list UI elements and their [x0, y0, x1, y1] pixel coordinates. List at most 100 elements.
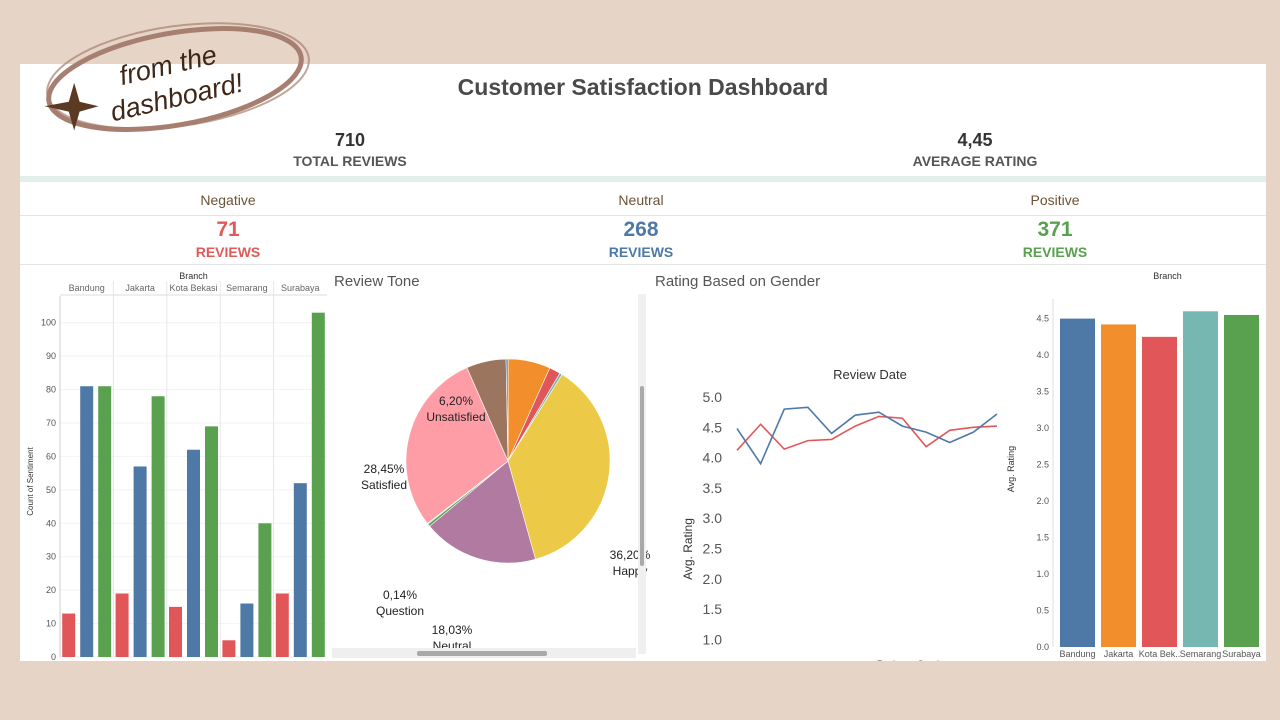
y-axis-label: Avg. Rating — [1006, 446, 1016, 492]
y-tick-label: 70 — [46, 418, 56, 428]
sentiment-count: 371 — [1037, 218, 1073, 241]
slice-pct: 0,14% — [383, 588, 417, 602]
slice-pct: 18,03% — [432, 623, 473, 637]
sentiment-neutral: Neutral 268 REVIEWS — [521, 192, 761, 260]
bar — [1224, 314, 1259, 647]
series-line — [736, 406, 998, 466]
divider-band — [20, 176, 1266, 182]
y-tick-label: 1.0 — [1036, 569, 1049, 579]
bar — [275, 593, 289, 657]
y-tick-label: 2.0 — [1036, 496, 1049, 506]
y-tick-label: 100 — [41, 318, 56, 328]
dashboard: Customer Satisfaction Dashboard 710 TOTA… — [20, 64, 1266, 661]
y-tick-label: 1.5 — [703, 601, 723, 617]
y-tick-label: 2.5 — [703, 541, 723, 557]
y-tick-label: 0.5 — [1036, 606, 1049, 616]
sentiment-unit: REVIEWS — [608, 244, 674, 260]
bar — [62, 613, 76, 657]
sentiment-unit: REVIEWS — [195, 244, 261, 260]
bar — [187, 449, 200, 657]
bar — [240, 603, 254, 657]
sentiment-count: 71 — [216, 218, 240, 241]
bar — [169, 606, 182, 657]
sentiment-heading: Negative — [200, 192, 256, 208]
y-tick-label: 2.0 — [703, 571, 723, 587]
category-label: Kota Bek.. — [1139, 649, 1181, 659]
sentiment-unit: REVIEWS — [1022, 244, 1088, 260]
divider — [20, 264, 1266, 265]
sentiment-count: 268 — [623, 218, 659, 241]
chart-title: Branch — [1153, 271, 1182, 281]
bar — [98, 386, 112, 657]
branch-rating-chart: Branch Avg. Rating 0.0 0.5 1.0 1.5 2.0 2.5 3.0 3.… — [1006, 271, 1261, 659]
slice-label: Satisfied — [361, 478, 407, 492]
y-axis-label: Count of Sentiment — [26, 446, 35, 515]
y-axis-label: Avg. Rating — [681, 518, 695, 580]
bar — [80, 386, 94, 657]
y-tick-label: 50 — [46, 485, 56, 495]
bar — [1183, 311, 1218, 647]
y-tick-label: 30 — [46, 552, 56, 562]
y-tick-label: 0 — [51, 652, 56, 661]
sentiment-heading: Neutral — [618, 192, 664, 208]
y-tick-label: 20 — [46, 585, 56, 595]
sentiment-negative: Negative 71 REVIEWS — [108, 192, 348, 260]
series-line — [736, 415, 998, 451]
category-label: Surabaya — [281, 283, 320, 293]
horizontal-scrollbar-thumb[interactable] — [417, 651, 547, 656]
category-label: Kota Bekasi — [169, 283, 217, 293]
vertical-scrollbar-track[interactable] — [638, 294, 646, 654]
slice-label: Unsatisfied — [426, 410, 485, 424]
y-tick-label: 1.5 — [1036, 533, 1049, 543]
sentiment-positive: Positive 371 REVIEWS — [935, 192, 1175, 260]
bar — [1060, 318, 1095, 647]
horizontal-scrollbar-track[interactable] — [332, 648, 636, 658]
bar — [222, 640, 236, 657]
y-tick-label: 4.0 — [1036, 350, 1049, 360]
y-tick-label: 4.5 — [1036, 314, 1049, 324]
y-tick-label: 40 — [46, 518, 56, 528]
y-tick-label: 1.0 — [703, 631, 723, 647]
from-the-dashboard-badge: from the dashboard! — [44, 22, 310, 132]
branch-sentiment-chart: Branch Count of Sentiment 0 10 20 30 40 50 60 70 8… — [26, 271, 327, 661]
bar — [1101, 324, 1136, 647]
y-tick-label: 5.0 — [703, 389, 723, 405]
category-label: Jakarta — [125, 283, 155, 293]
vertical-scrollbar-thumb[interactable] — [640, 386, 644, 566]
slice-label: Question — [376, 604, 424, 618]
bar — [151, 396, 165, 657]
y-tick-label: 3.5 — [703, 480, 723, 496]
category-label: Surabaya — [1222, 649, 1261, 659]
sentiment-heading: Positive — [1030, 192, 1080, 208]
bar — [311, 312, 325, 657]
y-tick-label: 3.0 — [703, 510, 723, 526]
review-tone-title: Review Tone — [334, 273, 420, 290]
slice-pct: 28,45% — [364, 462, 405, 476]
y-tick-label: 80 — [46, 385, 56, 395]
chart-title: Branch — [179, 271, 208, 281]
review-tone-pie: 6,62%Disgusted36,20%Happy18,03%Neutral0,… — [361, 358, 650, 653]
bar — [115, 593, 129, 657]
category-label: Semarang — [226, 283, 268, 293]
bar — [293, 483, 307, 657]
bar — [133, 466, 147, 657]
chart-title: Review Date — [833, 367, 907, 382]
bar — [258, 523, 272, 657]
kpi-label: TOTAL REVIEWS — [293, 153, 407, 169]
category-label: Semarang — [1180, 649, 1222, 659]
kpi-value: 4,45 — [957, 130, 993, 150]
category-label: Bandung — [1059, 649, 1095, 659]
y-tick-label: 10 — [46, 619, 56, 629]
kpi-label: AVERAGE RATING — [912, 153, 1038, 169]
frame: Customer Satisfaction Dashboard 710 TOTA… — [0, 0, 1280, 720]
bar — [205, 426, 218, 657]
y-tick-label: 3.0 — [1036, 423, 1049, 433]
rating-gender-line: Review DateAvg. Rating0.00.51.01.52.02.5… — [681, 367, 998, 661]
rating-gender-title: Rating Based on Gender — [655, 273, 821, 290]
y-tick-label: 4.5 — [703, 419, 723, 435]
y-tick-label: 90 — [46, 351, 56, 361]
category-label: Bandung — [69, 283, 105, 293]
y-tick-label: 0.0 — [1036, 642, 1049, 652]
y-tick-label: 4.0 — [703, 450, 723, 466]
y-tick-label: 2.5 — [1036, 460, 1049, 470]
